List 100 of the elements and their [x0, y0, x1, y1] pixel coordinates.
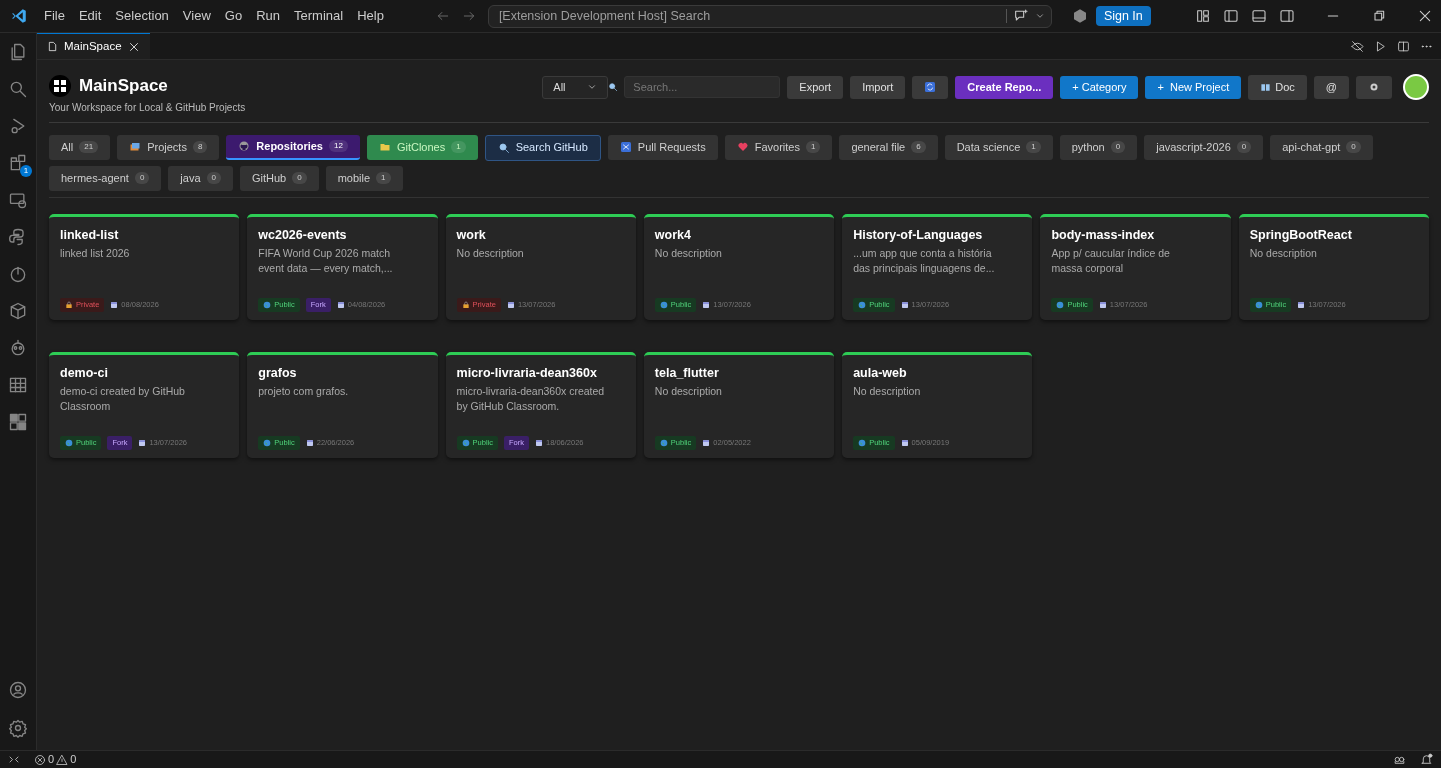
toolbar-button[interactable]: Export	[787, 75, 844, 99]
category-tab[interactable]: hermes-agent 0	[49, 165, 162, 191]
chevron-down-icon[interactable]	[1034, 11, 1045, 21]
count-badge: 0	[292, 172, 307, 184]
filter-dropdown[interactable]: All	[542, 75, 609, 99]
bell-icon[interactable]	[1420, 753, 1433, 766]
editor-tab[interactable]: MainSpace	[37, 33, 150, 59]
close-icon[interactable]	[127, 40, 140, 53]
repo-name: work	[456, 227, 487, 243]
category-tab[interactable]: general file 6	[839, 134, 938, 160]
sidebar-right-icon[interactable]	[1279, 8, 1295, 24]
category-tab[interactable]: All 21	[49, 134, 111, 160]
avatar[interactable]	[1403, 74, 1429, 100]
app-title: MainSpace	[79, 75, 168, 97]
repo-description: App p/ caucular índice de massa corporal	[1051, 245, 1171, 276]
menu-item[interactable]: File	[38, 4, 71, 28]
repo-name: SpringBootReact	[1249, 227, 1353, 243]
book-icon	[1260, 81, 1272, 93]
lock-icon	[65, 300, 73, 309]
count-badge: 1	[376, 172, 391, 184]
globe-icon	[263, 300, 272, 309]
panel-bottom-icon[interactable]	[1251, 8, 1267, 24]
search-field[interactable]: Search...	[624, 76, 781, 98]
hexagon-icon[interactable]	[1071, 8, 1088, 24]
menu-item[interactable]: View	[176, 4, 217, 28]
calendar-icon	[900, 438, 909, 447]
restore-icon[interactable]	[1371, 8, 1387, 24]
blocks-icon[interactable]	[8, 412, 28, 432]
menu-item[interactable]: Go	[218, 4, 249, 28]
app-subtitle: Your Workspace for Local & GitHub Projects	[49, 100, 246, 115]
category-tab[interactable]: Projects 8	[117, 134, 220, 160]
count-badge: 0	[1110, 141, 1126, 153]
menu-item[interactable]: Selection	[109, 4, 175, 28]
cube-icon[interactable]	[8, 301, 28, 321]
sync-icon	[924, 81, 937, 93]
count-badge: 21	[79, 141, 99, 153]
account-icon[interactable]	[8, 680, 28, 700]
create-repo-button[interactable]: Create Repo...	[955, 75, 1054, 99]
category-tab[interactable]: Pull Requests	[607, 134, 718, 160]
calendar-icon	[1098, 300, 1107, 309]
count-badge: 0	[1346, 141, 1361, 153]
calendar-icon	[702, 300, 711, 309]
category-tab[interactable]: javascript-2026 0	[1144, 134, 1264, 160]
search-icon[interactable]	[8, 79, 28, 99]
doc-button[interactable]: Doc	[1248, 74, 1307, 100]
repo-description: micro-livraria-dean360x created by GitHub Classroom.	[456, 383, 606, 414]
close-icon[interactable]	[1417, 8, 1433, 24]
category-tab[interactable]: Data science 1	[944, 134, 1053, 160]
repo-description: linked list 2026	[60, 245, 131, 261]
menu-item[interactable]: Terminal	[288, 4, 350, 28]
count-badge: 1	[451, 141, 466, 153]
category-tab[interactable]: Repositories 12	[226, 134, 360, 160]
repo-name: grafos	[258, 365, 298, 381]
count-badge: 0	[1236, 141, 1252, 153]
split-editor-icon[interactable]	[1397, 39, 1410, 53]
category-tab[interactable]: Search GitHub	[484, 134, 601, 161]
repo-description: No description	[456, 245, 525, 261]
calendar-icon	[506, 300, 515, 309]
power-icon[interactable]	[8, 264, 28, 284]
menu-item[interactable]: Edit	[72, 4, 108, 28]
settings-button[interactable]	[1356, 75, 1392, 99]
category-tab[interactable]: GitClones 1	[366, 134, 478, 160]
add-button[interactable]: + New Project	[1145, 75, 1242, 99]
count-badge: 1	[805, 141, 821, 153]
category-tab[interactable]: java 0	[168, 165, 233, 191]
repo-description: FIFA World Cup 2026 match event data — every match,...	[258, 245, 394, 276]
sync-button[interactable]	[912, 75, 949, 99]
command-center[interactable]: [Extension Development Host] Search	[487, 4, 1052, 28]
table-icon[interactable]	[8, 375, 28, 395]
calendar-icon	[110, 300, 119, 309]
repo-name: micro-livraria-dean360x	[456, 365, 598, 381]
globe-icon	[461, 438, 470, 447]
category-tab[interactable]: Favorites 1	[724, 134, 833, 160]
toolbar-button[interactable]: Import	[850, 75, 906, 99]
file-icon	[47, 41, 58, 52]
logo-icon	[49, 74, 71, 97]
chat-sparkle-icon[interactable]	[1012, 8, 1029, 24]
problems-indicator[interactable]: 0 0	[34, 751, 77, 768]
calendar-icon	[702, 438, 711, 447]
calendar-icon	[1297, 300, 1306, 309]
vscode-logo-icon[interactable]	[10, 7, 28, 25]
sidebar-left-icon[interactable]	[1223, 8, 1239, 24]
eye-off-icon[interactable]	[1351, 39, 1364, 53]
repo-description: No description	[654, 245, 723, 261]
category-tab[interactable]: api-chat-gpt 0	[1270, 134, 1373, 160]
category-tab[interactable]: mobile 1	[325, 165, 403, 191]
add-button[interactable]: + Category	[1060, 75, 1139, 99]
globe-icon	[858, 438, 867, 447]
repo-name: work4	[654, 227, 692, 243]
category-tab[interactable]: GitHub 0	[239, 165, 319, 191]
folders-icon	[129, 141, 142, 153]
layout-grid-icon[interactable]	[1195, 8, 1211, 24]
search-icon	[497, 141, 510, 154]
extensions-icon[interactable]	[8, 153, 28, 173]
menu-item[interactable]: Run	[250, 4, 286, 28]
sign-in-button[interactable]: Sign In	[1095, 6, 1151, 26]
menu-item[interactable]: Help	[351, 4, 390, 28]
category-tab[interactable]: python 0	[1059, 134, 1138, 160]
toolbar-button[interactable]: @	[1313, 75, 1349, 99]
play-icon[interactable]	[1374, 39, 1387, 53]
